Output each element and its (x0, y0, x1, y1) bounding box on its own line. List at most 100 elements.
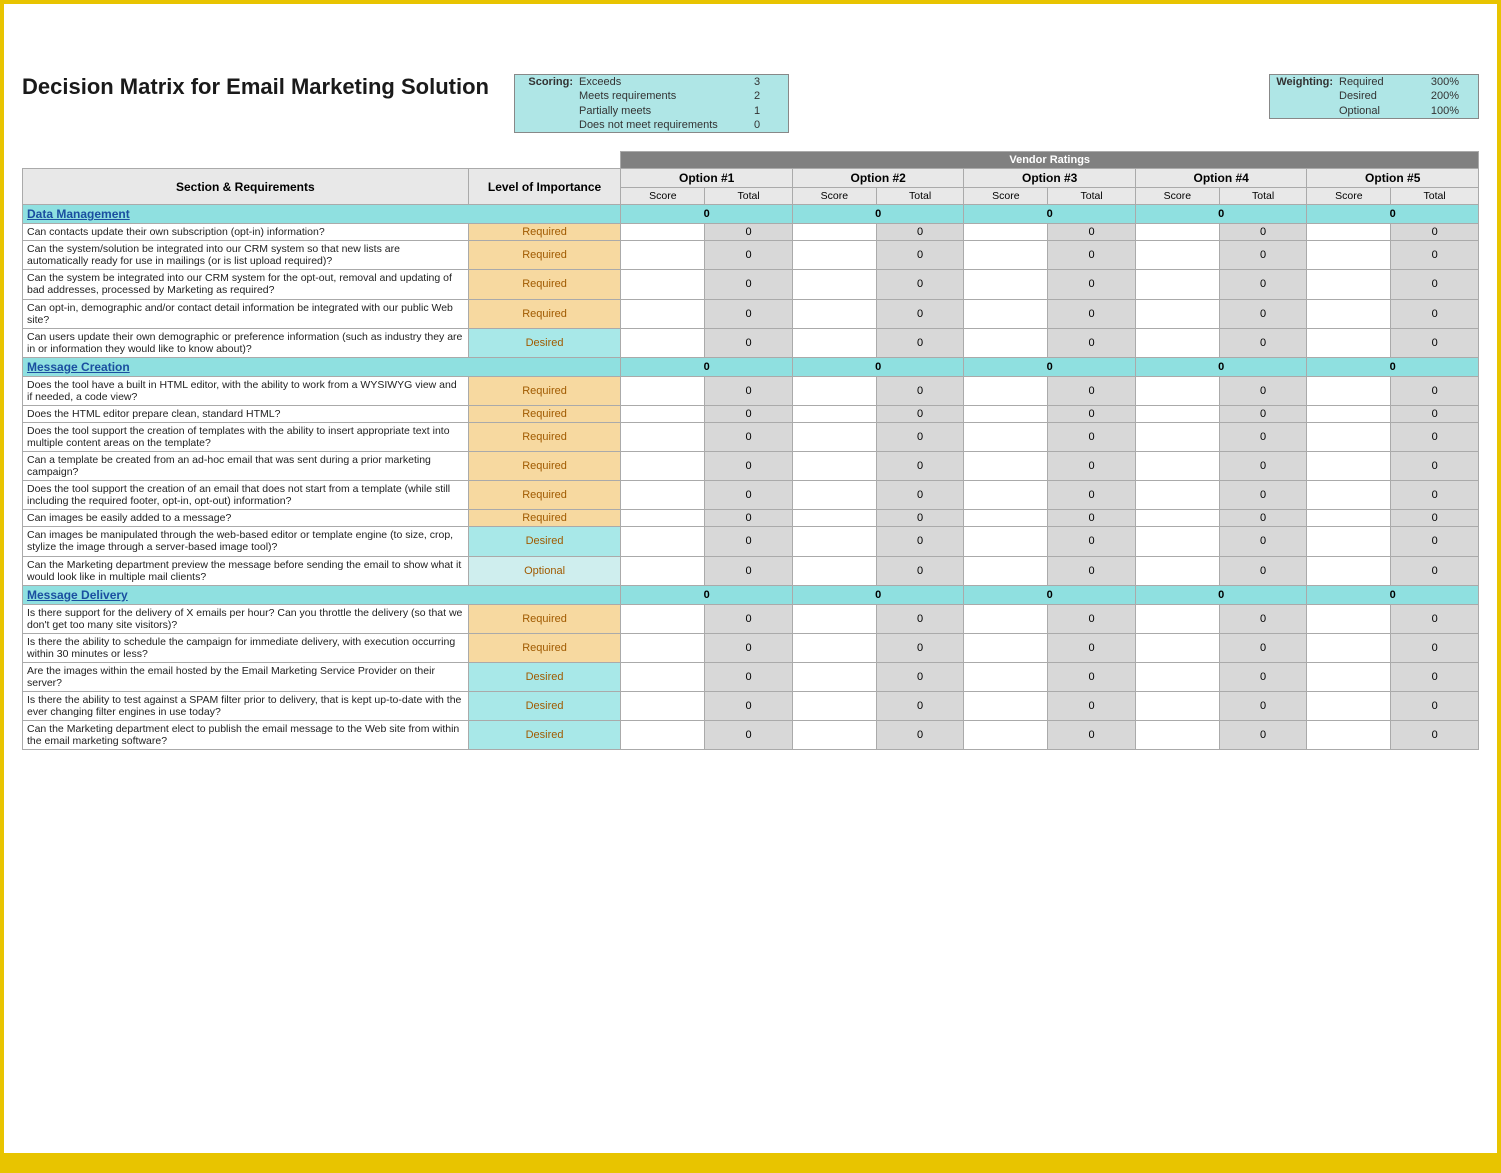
score-cell[interactable] (792, 662, 876, 691)
importance-cell[interactable]: Optional (468, 556, 621, 585)
importance-cell[interactable]: Required (468, 299, 621, 328)
score-cell[interactable] (792, 633, 876, 662)
importance-cell[interactable]: Required (468, 422, 621, 451)
importance-cell[interactable]: Required (468, 270, 621, 299)
score-cell[interactable] (792, 299, 876, 328)
score-cell[interactable] (964, 270, 1048, 299)
score-cell[interactable] (621, 604, 705, 633)
score-cell[interactable] (621, 692, 705, 721)
score-cell[interactable] (1307, 633, 1391, 662)
score-cell[interactable] (964, 299, 1048, 328)
score-cell[interactable] (621, 405, 705, 422)
score-cell[interactable] (1135, 692, 1219, 721)
score-cell[interactable] (1307, 299, 1391, 328)
score-cell[interactable] (1135, 299, 1219, 328)
score-cell[interactable] (1135, 481, 1219, 510)
score-cell[interactable] (792, 422, 876, 451)
score-cell[interactable] (1135, 224, 1219, 241)
importance-cell[interactable]: Required (468, 224, 621, 241)
score-cell[interactable] (964, 527, 1048, 556)
score-cell[interactable] (792, 481, 876, 510)
score-cell[interactable] (1307, 662, 1391, 691)
score-cell[interactable] (1307, 241, 1391, 270)
score-cell[interactable] (964, 241, 1048, 270)
score-cell[interactable] (964, 328, 1048, 357)
score-cell[interactable] (1307, 510, 1391, 527)
score-cell[interactable] (1307, 452, 1391, 481)
score-cell[interactable] (964, 376, 1048, 405)
score-cell[interactable] (964, 481, 1048, 510)
score-cell[interactable] (1307, 422, 1391, 451)
score-cell[interactable] (1135, 662, 1219, 691)
score-cell[interactable] (621, 721, 705, 750)
score-cell[interactable] (621, 241, 705, 270)
score-cell[interactable] (621, 224, 705, 241)
score-cell[interactable] (1135, 527, 1219, 556)
score-cell[interactable] (621, 299, 705, 328)
score-cell[interactable] (1135, 633, 1219, 662)
score-cell[interactable] (1135, 376, 1219, 405)
importance-cell[interactable]: Desired (468, 328, 621, 357)
score-cell[interactable] (792, 328, 876, 357)
score-cell[interactable] (964, 422, 1048, 451)
score-cell[interactable] (1307, 692, 1391, 721)
score-cell[interactable] (1135, 721, 1219, 750)
score-cell[interactable] (964, 510, 1048, 527)
importance-cell[interactable]: Required (468, 241, 621, 270)
score-cell[interactable] (1135, 270, 1219, 299)
score-cell[interactable] (964, 662, 1048, 691)
score-cell[interactable] (792, 376, 876, 405)
score-cell[interactable] (792, 405, 876, 422)
score-cell[interactable] (964, 692, 1048, 721)
importance-cell[interactable]: Desired (468, 721, 621, 750)
score-cell[interactable] (1307, 270, 1391, 299)
score-cell[interactable] (1307, 556, 1391, 585)
score-cell[interactable] (964, 556, 1048, 585)
score-cell[interactable] (792, 527, 876, 556)
score-cell[interactable] (621, 527, 705, 556)
score-cell[interactable] (621, 556, 705, 585)
importance-cell[interactable]: Required (468, 452, 621, 481)
score-cell[interactable] (1135, 422, 1219, 451)
score-cell[interactable] (1307, 481, 1391, 510)
score-cell[interactable] (1307, 604, 1391, 633)
score-cell[interactable] (792, 692, 876, 721)
score-cell[interactable] (792, 241, 876, 270)
score-cell[interactable] (792, 270, 876, 299)
score-cell[interactable] (1135, 604, 1219, 633)
score-cell[interactable] (621, 662, 705, 691)
score-cell[interactable] (964, 452, 1048, 481)
score-cell[interactable] (1307, 376, 1391, 405)
importance-cell[interactable]: Required (468, 405, 621, 422)
score-cell[interactable] (621, 633, 705, 662)
score-cell[interactable] (964, 604, 1048, 633)
score-cell[interactable] (1307, 328, 1391, 357)
score-cell[interactable] (1135, 405, 1219, 422)
score-cell[interactable] (1135, 241, 1219, 270)
score-cell[interactable] (621, 452, 705, 481)
score-cell[interactable] (792, 721, 876, 750)
importance-cell[interactable]: Required (468, 376, 621, 405)
score-cell[interactable] (621, 510, 705, 527)
score-cell[interactable] (1135, 328, 1219, 357)
score-cell[interactable] (1307, 224, 1391, 241)
score-cell[interactable] (792, 452, 876, 481)
importance-cell[interactable]: Desired (468, 692, 621, 721)
importance-cell[interactable]: Desired (468, 527, 621, 556)
score-cell[interactable] (1307, 527, 1391, 556)
score-cell[interactable] (621, 422, 705, 451)
score-cell[interactable] (792, 224, 876, 241)
score-cell[interactable] (792, 556, 876, 585)
score-cell[interactable] (1135, 510, 1219, 527)
score-cell[interactable] (1307, 405, 1391, 422)
importance-cell[interactable]: Required (468, 510, 621, 527)
score-cell[interactable] (964, 721, 1048, 750)
score-cell[interactable] (621, 481, 705, 510)
score-cell[interactable] (621, 270, 705, 299)
importance-cell[interactable]: Required (468, 481, 621, 510)
importance-cell[interactable]: Desired (468, 662, 621, 691)
importance-cell[interactable]: Required (468, 604, 621, 633)
score-cell[interactable] (1307, 721, 1391, 750)
score-cell[interactable] (964, 633, 1048, 662)
importance-cell[interactable]: Required (468, 633, 621, 662)
